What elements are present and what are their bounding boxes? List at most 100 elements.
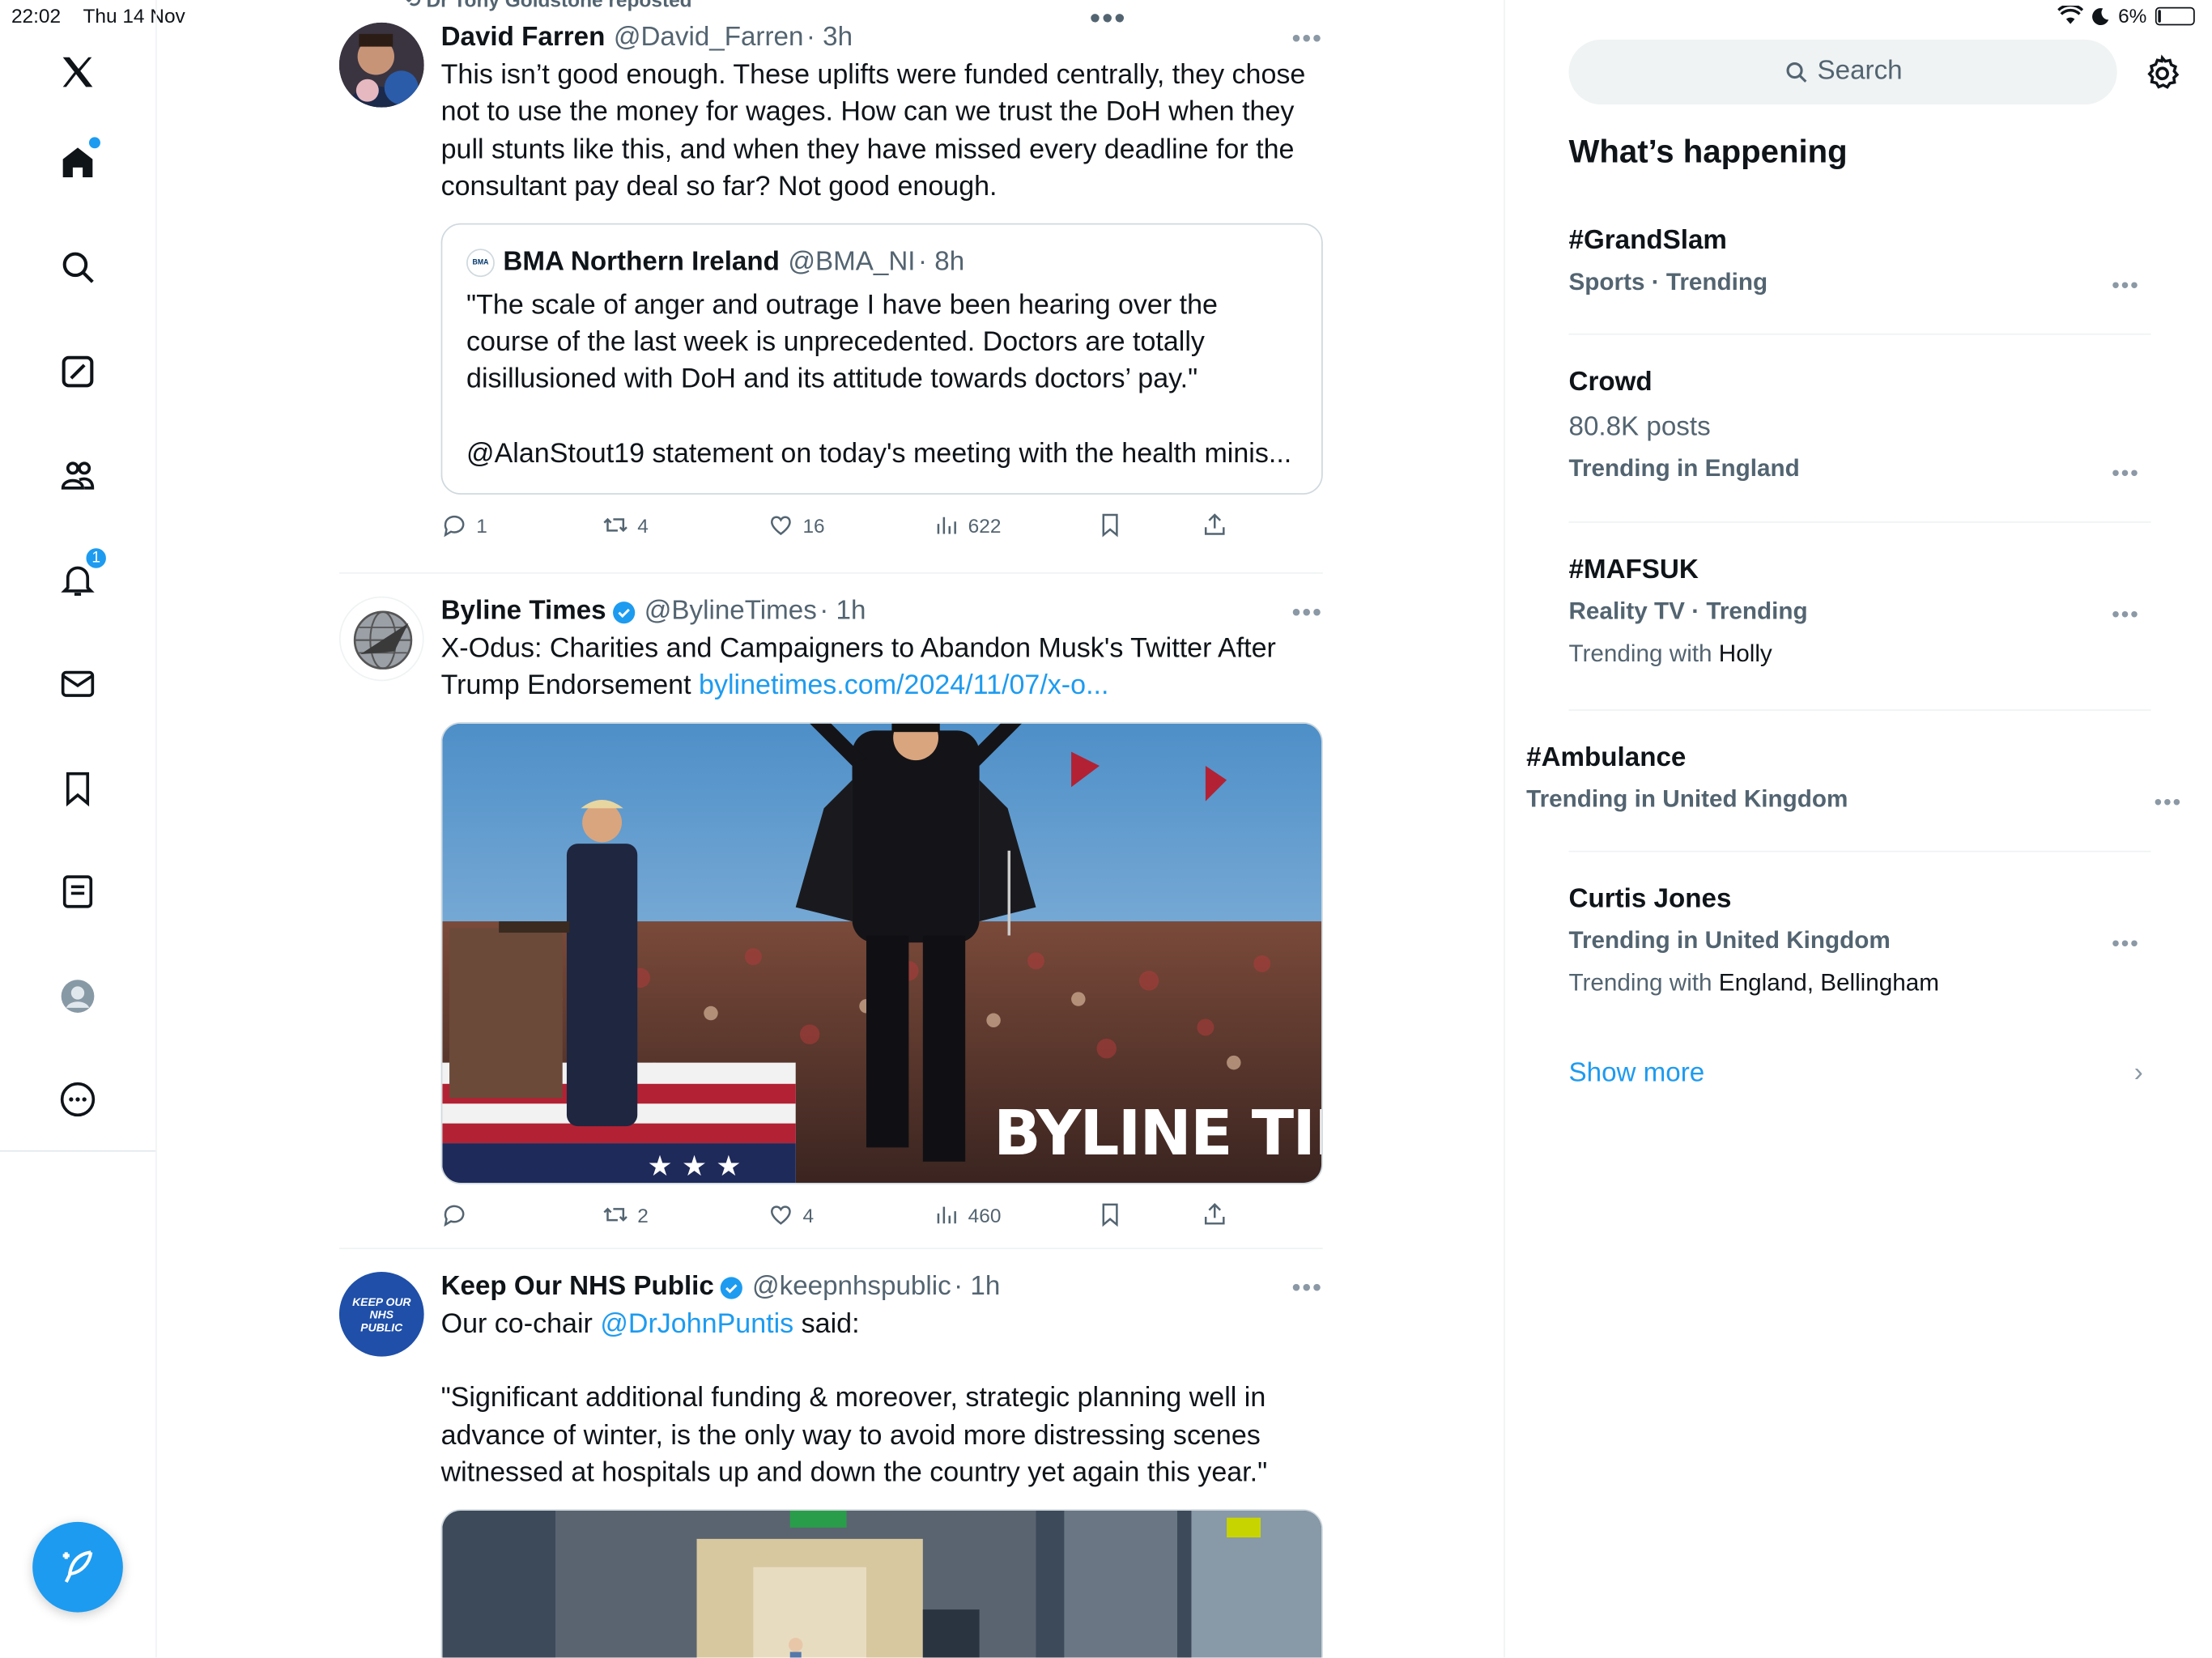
bookmark-icon [1102,514,1118,538]
tweet-more-icon[interactable]: ••• [1292,23,1323,53]
trend-item[interactable]: Crowd 80.8K posts Trending in England ••… [1568,367,2151,487]
x-logo-icon[interactable] [53,47,104,98]
tweet-more-icon[interactable]: ••• [1292,1273,1323,1303]
search-input[interactable]: Search [1568,39,2117,105]
tweet-text-prefix: Our co-chair [440,1308,601,1340]
bookmark-button[interactable] [1097,1201,1124,1228]
profile-icon[interactable] [53,971,104,1022]
heart-icon [770,1205,791,1226]
trend-with-label: Trending with [1568,640,1712,667]
tweet-text: Our co-chair @DrJohnPuntis said: [441,1306,1323,1343]
tweet-more-icon[interactable]: ••• [1292,597,1323,627]
timeline-feed[interactable]: ⟲ Dr Tony Goldstone reposted ••• David F… [157,0,1505,1658]
trend-more-icon[interactable]: ••• [2112,933,2140,958]
trend-title: Curtis Jones [1568,884,1732,915]
avatar[interactable] [338,596,424,682]
tweet-link[interactable]: bylinetimes.com/2024/11/07/x-o... [699,670,1108,701]
trend-post-count: 80.8K posts [1568,412,1711,443]
share-icon [1204,513,1225,536]
share-button[interactable] [1202,1201,1228,1228]
tweet-text: X-Odus: Charities and Campaigners to Aba… [441,630,1323,704]
tweet-body: Byline Times @BylineTimes · 1h ••• X-Odu… [440,597,1323,1232]
trend-title: #GrandSlam [1568,226,1727,256]
trend-title: #Ambulance [1526,743,1687,773]
share-icon [1204,1203,1225,1226]
lists-icon[interactable] [53,866,104,917]
repost-button[interactable]: 4 [602,512,649,538]
bookmark-button[interactable] [1097,512,1124,538]
share-button[interactable] [1202,512,1228,538]
more-icon[interactable] [53,1074,104,1125]
tweet-david-farren[interactable]: David Farren @David_Farren · 3h ••• This… [338,22,1323,559]
bookmarks-icon[interactable] [53,763,104,814]
trend-meta: Trending in United Kingdom [1568,927,1891,954]
reply-icon [444,1205,465,1227]
like-button[interactable]: 16 [768,512,825,538]
quoted-tweet-header: BMA BMA Northern Ireland @BMA_NI · 8h [466,247,1297,278]
views-button[interactable]: 622 [933,512,1001,538]
search-icon[interactable] [53,241,104,292]
tweet-image[interactable]: ★ ★ ★ BYLINE TI [440,721,1323,1184]
tweet-keep-our-nhs-public[interactable]: KEEP OUR NHS PUBLIC Keep Our NHS Public … [338,1271,1323,1658]
home-unread-dot [88,137,100,149]
trend-more-icon[interactable]: ••• [2112,274,2140,300]
communities-icon[interactable] [53,449,104,500]
show-more-link[interactable]: Show more [1569,1058,1705,1089]
trend-item[interactable]: #MAFSUK Reality TV · Trending Trending w… [1569,555,2151,669]
views-button[interactable]: 460 [933,1201,1001,1228]
reply-button[interactable]: 1 [441,512,487,538]
reply-button[interactable] [441,1201,477,1228]
grok-icon[interactable] [53,346,104,397]
trend-item[interactable]: Curtis Jones Trending in United Kingdom … [1569,885,2151,998]
notifications-badge: 1 [83,545,109,572]
author-name[interactable]: Keep Our NHS Public [441,1272,714,1303]
trend-item[interactable]: #Ambulance Trending in United Kingdom ••… [1526,743,2193,816]
tweet-text-suffix: said: [793,1308,860,1340]
trend-more-icon[interactable]: ••• [2112,462,2140,487]
repost-count: 4 [637,513,649,537]
tweet-image[interactable] [440,1508,1323,1658]
avatar[interactable]: KEEP OUR NHS PUBLIC [338,1271,424,1357]
repost-count: 2 [637,1203,649,1226]
settings-gear-icon[interactable] [2142,53,2182,93]
tweet-image-graphic: ★ ★ ★ BYLINE TI [442,723,1322,1183]
avatar[interactable] [338,22,424,108]
author-name[interactable]: Byline Times [441,597,606,627]
home-icon[interactable] [53,137,104,188]
tweet-body: Keep Our NHS Public @keepnhspublic · 1h … [440,1272,1323,1658]
repost-button[interactable]: 2 [602,1201,649,1228]
tweet-byline-times[interactable]: Byline Times @BylineTimes · 1h ••• X-Odu… [338,596,1323,1239]
trend-title: Crowd [1568,367,1653,397]
trend-with-names: England, Bellingham [1718,969,1940,997]
trend-with: Trending with Holly [1569,640,2151,669]
trend-item[interactable]: #GrandSlam Sports · Trending ••• [1568,226,2151,298]
compose-button[interactable] [32,1521,123,1613]
trend-more-icon[interactable]: ••• [2112,603,2140,628]
like-button[interactable]: 4 [768,1201,814,1228]
views-count: 460 [968,1203,1002,1226]
trend-more-icon[interactable]: ••• [2154,791,2182,816]
trend-divider [1568,521,2151,523]
views-icon [937,1207,956,1224]
author-handle[interactable]: @BylineTimes [644,597,817,627]
trend-meta: Trending in England [1568,455,1800,483]
verified-badge-icon [721,1276,743,1299]
tweet-text: This isn’t good enough. These uplifts we… [440,59,1313,202]
trend-title: #MAFSUK [1568,555,1699,585]
author-name[interactable]: David Farren [441,23,606,53]
author-handle[interactable]: @keepnhspublic [752,1272,951,1303]
compose-feather-icon [62,1550,93,1583]
mention-link[interactable]: @DrJohnPuntis [600,1308,793,1339]
reply-count: 1 [476,513,487,537]
author-handle[interactable]: @David_Farren [614,23,804,53]
trend-with: Trending with England, Bellingham [1569,969,2151,997]
quoted-tweet[interactable]: BMA BMA Northern Ireland @BMA_NI · 8h "T… [440,223,1323,495]
tweet-header: Keep Our NHS Public @keepnhspublic · 1h … [441,1272,1323,1303]
quoted-avatar: BMA [466,248,495,277]
search-placeholder: Search [1817,56,1903,87]
repost-icon [603,518,627,533]
tweet-actions: 2 4 460 [441,1198,1323,1232]
messages-icon[interactable] [53,658,104,709]
avatar-text: KEEP OUR NHS PUBLIC [352,1295,411,1333]
notifications-icon[interactable]: 1 [53,545,109,605]
